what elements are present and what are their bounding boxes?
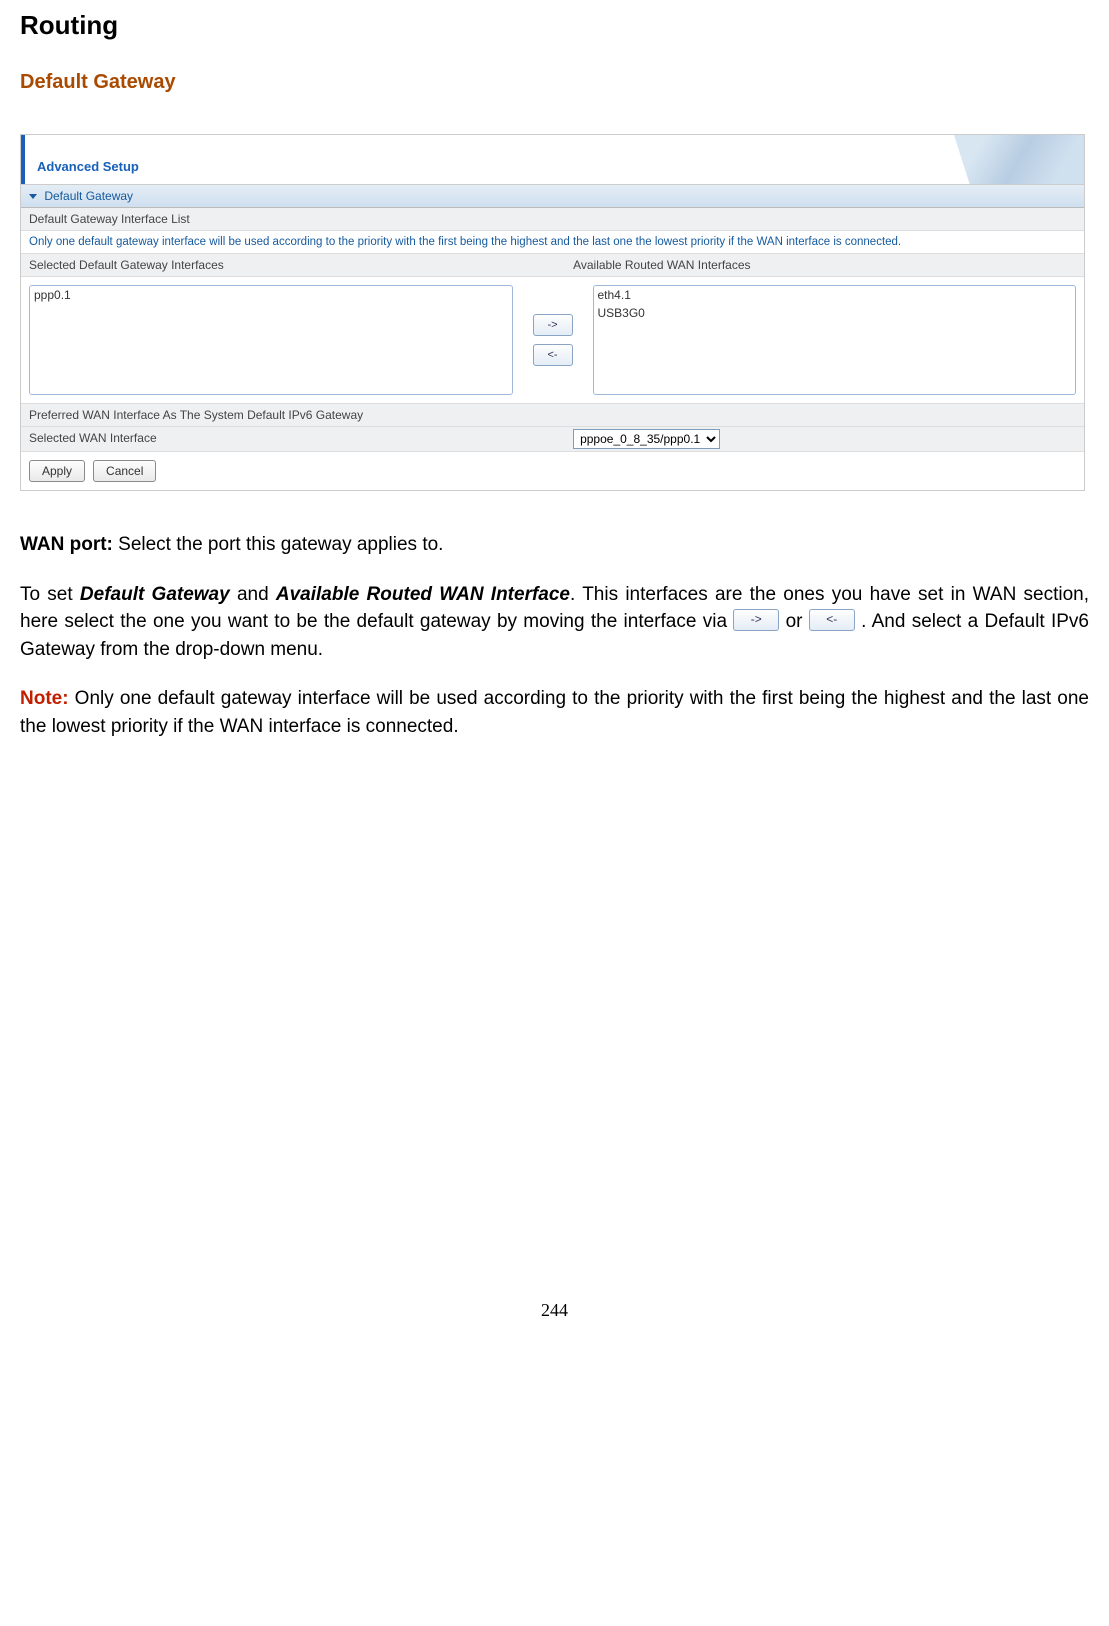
selected-header: Selected Default Gateway Interfaces [21, 254, 565, 276]
list-item[interactable]: USB3G0 [594, 304, 1076, 322]
accordion-label: Default Gateway [44, 189, 133, 203]
selected-interfaces-list[interactable]: ppp0.1 [29, 285, 513, 395]
list-item[interactable]: eth4.1 [594, 286, 1076, 304]
page-title: Routing [20, 10, 1089, 41]
text-segment: To set [20, 584, 80, 605]
text-segment: and [230, 584, 276, 605]
section-title: Default Gateway [20, 71, 1089, 94]
move-left-button[interactable]: <- [533, 344, 573, 366]
move-right-icon: -> [733, 609, 779, 631]
list-header: Default Gateway Interface List [21, 208, 1084, 231]
wan-port-text: Select the port this gateway applies to. [113, 534, 444, 555]
text-emphasis: Available Routed WAN Interface [276, 584, 570, 605]
ipv6-select-row: Selected WAN Interface pppoe_0_8_35/ppp0… [21, 427, 1084, 452]
ipv6-section-header: Preferred WAN Interface As The System De… [21, 404, 1084, 427]
apply-button[interactable]: Apply [29, 460, 85, 482]
action-row: Apply Cancel [21, 452, 1084, 490]
available-header: Available Routed WAN Interfaces [565, 254, 1084, 276]
tab-advanced-setup[interactable]: Advanced Setup [25, 159, 151, 184]
tab-bar: Advanced Setup [21, 135, 1084, 185]
ipv6-wan-select[interactable]: pppoe_0_8_35/ppp0.1 [573, 429, 720, 449]
text-emphasis: Default Gateway [80, 584, 230, 605]
note-text: Only one default gateway interface will … [20, 688, 1089, 737]
ipv6-select-label: Selected WAN Interface [21, 427, 565, 451]
info-text: Only one default gateway interface will … [21, 231, 1084, 254]
interface-picker: ppp0.1 -> <- eth4.1 USB3G0 [21, 277, 1084, 404]
header-graphic [954, 135, 1084, 184]
available-interfaces-list[interactable]: eth4.1 USB3G0 [593, 285, 1077, 395]
page-number: 244 [20, 1300, 1089, 1321]
note-label: Note: [20, 688, 69, 709]
move-right-button[interactable]: -> [533, 314, 573, 336]
list-item[interactable]: ppp0.1 [30, 286, 512, 304]
move-left-icon: <- [809, 609, 855, 631]
accordion-default-gateway[interactable]: Default Gateway [21, 185, 1084, 208]
doc-body: WAN port: Select the port this gateway a… [20, 531, 1089, 740]
dual-list-header: Selected Default Gateway Interfaces Avai… [21, 254, 1084, 277]
cancel-button[interactable]: Cancel [93, 460, 156, 482]
chevron-down-icon [29, 194, 37, 199]
wan-port-label: WAN port: [20, 534, 113, 555]
text-segment: or [779, 611, 808, 632]
config-panel: Advanced Setup Default Gateway Default G… [20, 134, 1085, 491]
